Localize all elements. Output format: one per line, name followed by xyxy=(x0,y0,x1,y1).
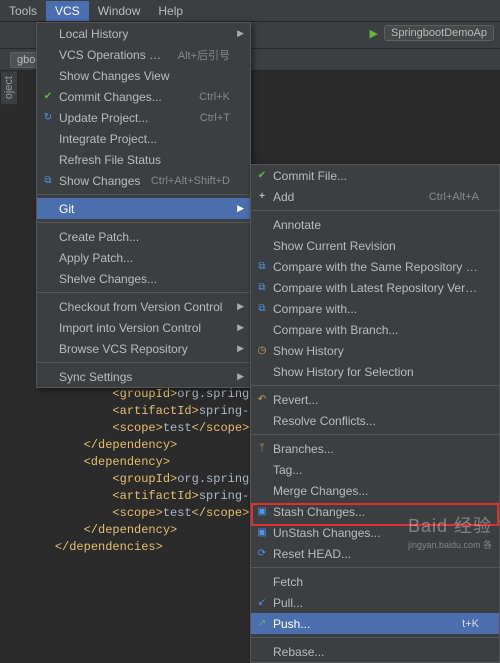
compare-same-repo-item[interactable]: ⧉Compare with the Same Repository Versio… xyxy=(251,256,499,277)
menu-bar: Tools VCS Window Help xyxy=(0,0,500,22)
diff-icon: ⧉ xyxy=(41,175,55,186)
show-changes-view-item[interactable]: Show Changes View xyxy=(37,65,250,86)
annotate-item[interactable]: Annotate xyxy=(251,214,499,235)
plus-icon: + xyxy=(255,191,269,202)
git-submenu: ✔Commit File... +AddCtrl+Alt+A Annotate … xyxy=(250,164,500,663)
watermark-text: Baid 经验 xyxy=(408,516,492,536)
branches-item[interactable]: ᛉBranches... xyxy=(251,438,499,459)
checkout-vc-item[interactable]: Checkout from Version Control▶ xyxy=(37,296,250,317)
git-submenu-item[interactable]: Git▶ xyxy=(37,198,250,219)
menu-separator xyxy=(37,222,250,223)
menu-separator xyxy=(251,637,499,638)
revert-item[interactable]: ↶Revert... xyxy=(251,389,499,410)
add-item[interactable]: +AddCtrl+Alt+A xyxy=(251,186,499,207)
integrate-project-item[interactable]: Integrate Project... xyxy=(37,128,250,149)
shelve-changes-item[interactable]: Shelve Changes... xyxy=(37,268,250,289)
fetch-item[interactable]: Fetch xyxy=(251,571,499,592)
commit-file-item[interactable]: ✔Commit File... xyxy=(251,165,499,186)
push-icon: ↗ xyxy=(255,618,269,629)
update-project-item[interactable]: ↻Update Project...Ctrl+T xyxy=(37,107,250,128)
show-history-selection-item[interactable]: Show History for Selection xyxy=(251,361,499,382)
compare-icon: ⧉ xyxy=(255,303,269,314)
menu-separator xyxy=(37,292,250,293)
unstash-icon: ▣ xyxy=(255,527,269,538)
merge-changes-item[interactable]: Merge Changes... xyxy=(251,480,499,501)
update-icon: ↻ xyxy=(41,112,55,123)
commit-icon: ✔ xyxy=(255,170,269,181)
commit-icon: ✔ xyxy=(41,91,55,102)
show-history-item[interactable]: ◷Show History xyxy=(251,340,499,361)
show-current-revision-item[interactable]: Show Current Revision xyxy=(251,235,499,256)
commit-changes-item[interactable]: ✔Commit Changes...Ctrl+K xyxy=(37,86,250,107)
menu-separator xyxy=(251,385,499,386)
branch-icon: ᛉ xyxy=(255,443,269,454)
pull-item[interactable]: ↙Pull... xyxy=(251,592,499,613)
menu-separator xyxy=(251,567,499,568)
browse-repo-item[interactable]: Browse VCS Repository▶ xyxy=(37,338,250,359)
menu-separator xyxy=(251,210,499,211)
local-history-item[interactable]: Local History▶ xyxy=(37,23,250,44)
vcs-dropdown: Local History▶ VCS Operations Popup...Al… xyxy=(36,22,251,388)
menu-separator xyxy=(37,362,250,363)
run-icon[interactable]: ▶ xyxy=(370,27,378,40)
refresh-file-status-item[interactable]: Refresh File Status xyxy=(37,149,250,170)
help-menu[interactable]: Help xyxy=(149,1,192,21)
vcs-operations-popup-item[interactable]: VCS Operations Popup...Alt+后引号 xyxy=(37,44,250,65)
stash-icon: ▣ xyxy=(255,506,269,517)
import-vc-item[interactable]: Import into Version Control▶ xyxy=(37,317,250,338)
reset-icon: ⟳ xyxy=(255,548,269,559)
compare-branch-item[interactable]: Compare with Branch... xyxy=(251,319,499,340)
show-changes-item[interactable]: ⧉Show ChangesCtrl+Alt+Shift+D xyxy=(37,170,250,191)
rebase-item[interactable]: Rebase... xyxy=(251,641,499,662)
menu-separator xyxy=(251,434,499,435)
watermark-url: jingyan.baidu.com 各 xyxy=(408,538,492,551)
tools-menu[interactable]: Tools xyxy=(0,1,46,21)
apply-patch-item[interactable]: Apply Patch... xyxy=(37,247,250,268)
compare-icon: ⧉ xyxy=(255,261,269,272)
clock-icon: ◷ xyxy=(255,345,269,356)
tag-item[interactable]: Tag... xyxy=(251,459,499,480)
compare-with-item[interactable]: ⧉Compare with... xyxy=(251,298,499,319)
resolve-conflicts-item[interactable]: Resolve Conflicts... xyxy=(251,410,499,431)
window-menu[interactable]: Window xyxy=(89,1,150,21)
compare-latest-repo-item[interactable]: ⧉Compare with Latest Repository Version xyxy=(251,277,499,298)
watermark: Baid 经验 jingyan.baidu.com 各 xyxy=(408,512,492,551)
pull-icon: ↙ xyxy=(255,597,269,608)
run-config-selector[interactable]: SpringbootDemoAp xyxy=(384,25,494,41)
revert-icon: ↶ xyxy=(255,394,269,405)
push-item[interactable]: ↗Push...t+K xyxy=(251,613,499,634)
create-patch-item[interactable]: Create Patch... xyxy=(37,226,250,247)
vcs-menu[interactable]: VCS xyxy=(46,1,89,21)
compare-icon: ⧉ xyxy=(255,282,269,293)
sync-settings-item[interactable]: Sync Settings▶ xyxy=(37,366,250,387)
menu-separator xyxy=(37,194,250,195)
